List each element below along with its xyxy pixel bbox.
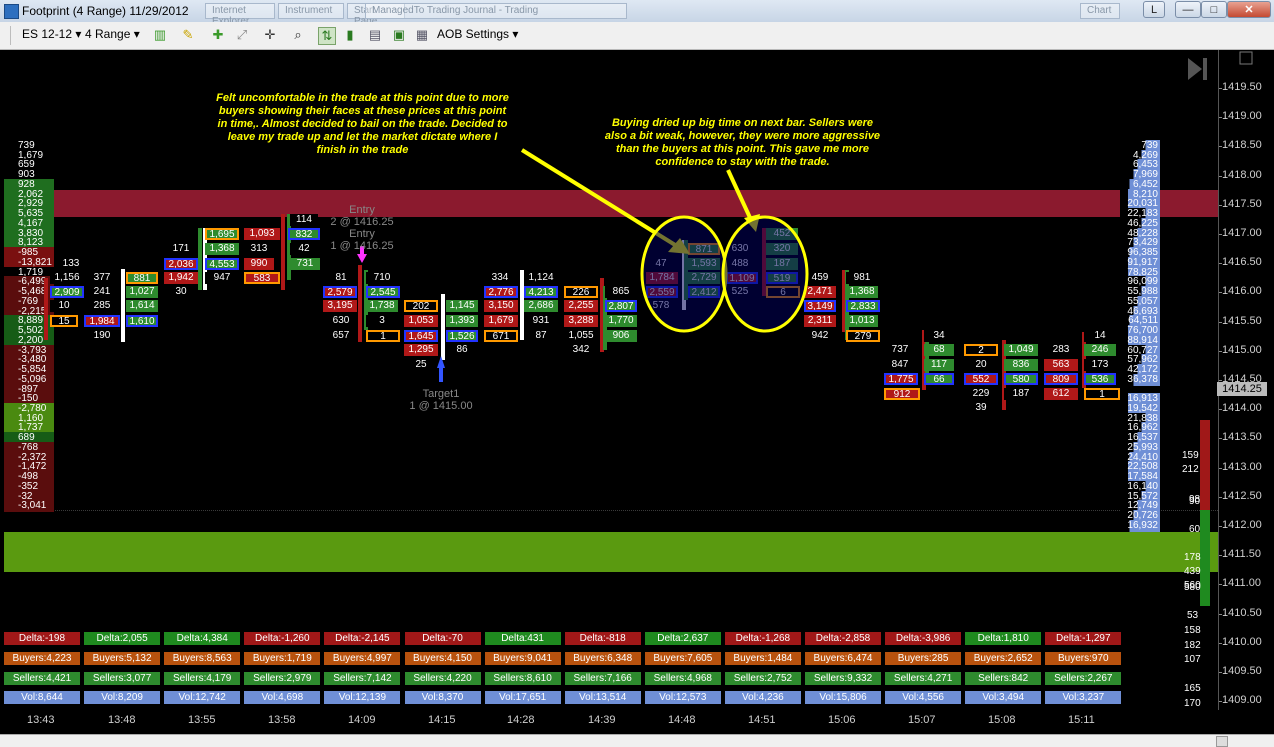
footprint-chart[interactable]: 739 1,679 659 903 928 2,062 2,929 5,635 4,167 3,8… [0,50,1274,734]
chevron-down-icon: ▾ [512,27,519,41]
chart-toolbar: ES 12-12 ▾ 4 Range ▾ ▥ ✎ ✚ ⤢ ✛ ⌕ ⇅ ▮ ▤ ▣… [0,22,1274,50]
aob-settings-label: AOB Settings [437,27,510,41]
y-axis-line [1218,50,1219,710]
instrument-label: ES 12-12 [22,27,73,41]
link-button[interactable]: L [1143,1,1165,18]
chevron-down-icon: ▾ [133,27,140,41]
background-window-tab[interactable]: Instrument [278,3,344,19]
background-window-tab[interactable]: ManagedTo Trading Journal - Trading [365,3,627,19]
period-label: 4 Range [85,27,131,41]
entry-order-label: Entry 1 @ 1416.25 [330,228,394,252]
zoom-icon[interactable]: ⌕ [290,27,306,43]
chart-properties-icon[interactable]: ▤ [367,27,383,43]
period-selector[interactable]: 4 Range ▾ [85,27,140,41]
annotation-note-left: Felt uncomfortable in the trade at this … [216,92,509,156]
add-indicator-icon[interactable]: ✚ [210,27,226,43]
entry-detail: 1 @ 1416.25 [330,240,394,252]
play-icon[interactable] [1188,58,1202,80]
scroll-handle[interactable] [1216,736,1228,747]
title-bar: Footprint (4 Range) 11/29/2012 Internet … [0,0,1274,27]
entry-arrow-icon [357,254,367,263]
entry-order-label: Entry 2 @ 1416.25 [330,204,394,228]
fit-icon[interactable] [1239,51,1253,65]
background-window-tab[interactable]: Chart [1080,3,1120,19]
target-arrow-icon [439,368,443,382]
close-button[interactable]: ✕ [1227,1,1271,18]
target-arrow-icon [437,356,445,368]
chart-trader-icon[interactable]: ⇅ [318,27,336,45]
chevron-down-icon: ▾ [75,27,82,41]
background-window-tab[interactable]: Internet Explorer [205,3,275,27]
maximize-button[interactable]: □ [1201,1,1227,18]
candles-icon[interactable]: ▮ [342,27,358,43]
annotation-arrow [726,169,754,223]
entry-title: Entry [349,204,375,216]
crosshair-icon[interactable]: ✛ [262,27,278,43]
play-icon[interactable] [1203,58,1207,80]
highlight-ellipse [640,215,728,333]
entry-title: Entry [349,228,375,240]
aob-settings-menu[interactable]: AOB Settings ▾ [437,27,518,41]
toolbar-separator [10,26,11,45]
target-title: Target1 [422,388,460,400]
current-price-marker: 1414.25 [1217,382,1267,396]
instrument-selector[interactable]: ES 12-12 ▾ [22,27,81,41]
entry-detail: 2 @ 1416.25 [330,216,394,228]
drawing-tool-icon[interactable]: ✎ [180,27,196,43]
app-icon [4,4,19,19]
status-bar [0,734,1274,747]
bar-type-icon[interactable]: ▥ [152,27,168,43]
annotation-note-right: Buying dried up big time on next bar. Se… [604,117,881,168]
target-detail: 1 @ 1415.00 [409,400,473,412]
target-order-label: Target1 1 @ 1415.00 [408,388,474,412]
highlight-ellipse [721,215,809,333]
minimize-button[interactable]: — [1175,1,1201,18]
window-title: Footprint (4 Range) 11/29/2012 [22,4,189,18]
templates-icon[interactable]: ▦ [414,27,430,43]
data-box-icon[interactable]: ▣ [391,27,407,43]
strategy-icon[interactable]: ⤢ [234,27,250,43]
